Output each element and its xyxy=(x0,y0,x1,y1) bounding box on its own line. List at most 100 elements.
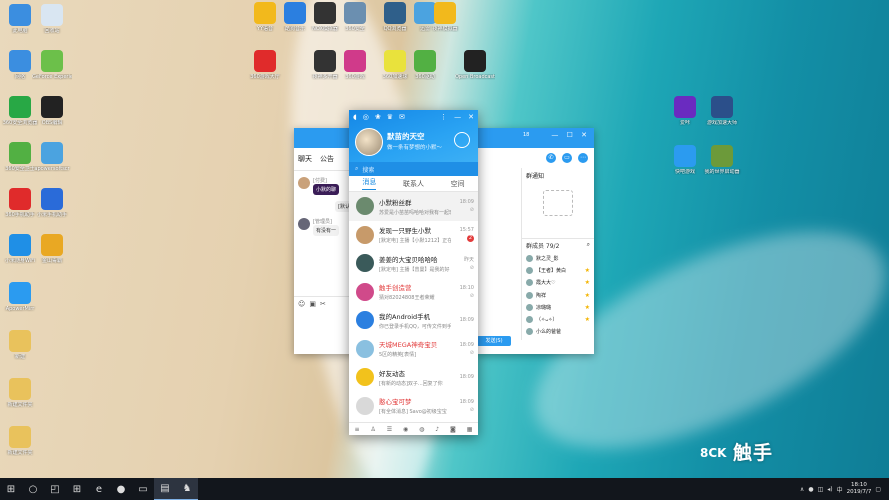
qq-header[interactable]: ◖ ◎ ❀ ♛ ✉ ⋮ — ✕ 默苗的天空 做一条有梦想的小默～ xyxy=(349,110,478,162)
app-icon xyxy=(674,96,696,118)
avatar xyxy=(526,328,533,336)
desktop-icon[interactable]: 新建文件夹 xyxy=(0,378,40,408)
desktop-icon[interactable]: 我的世界启动器 xyxy=(702,145,742,175)
user-signature[interactable]: 做一条有梦想的小默～ xyxy=(387,143,442,151)
vip-icon[interactable]: ♛ xyxy=(387,113,393,121)
taskbar-app-icon[interactable]: ⊞ xyxy=(66,478,88,500)
desktop-icon[interactable]: 回收站 xyxy=(32,4,72,34)
clock-time: 18:10 xyxy=(851,482,867,488)
app-icon xyxy=(344,2,366,24)
taskbar-app-icon[interactable]: ● xyxy=(110,478,132,500)
member-row[interactable]: 【王者】黄白 ★ xyxy=(526,264,590,276)
clock[interactable]: 18:10 2019/7/7 xyxy=(847,482,872,496)
desktop-icon[interactable]: Open Broadcaster xyxy=(455,50,495,80)
share-screen-icon[interactable]: ▭ xyxy=(562,153,572,163)
gif-icon[interactable]: ▣ xyxy=(309,300,320,308)
desktop-icon[interactable]: 新建 xyxy=(0,330,40,360)
phone-icon[interactable]: ✆ xyxy=(546,153,556,163)
taskbar-app-icon[interactable]: ▭ xyxy=(132,478,154,500)
mail-icon[interactable]: ✉ xyxy=(399,113,405,121)
desktop-icon[interactable]: OBS编辑 xyxy=(32,96,72,126)
taskbar-app-icon[interactable]: ▤ xyxy=(154,478,176,500)
desktop-icon[interactable]: 360游戏大厅 xyxy=(245,50,285,80)
tray-app-icon[interactable]: ● xyxy=(808,486,813,493)
member-row[interactable]: （✧ᴗ✧） ★ xyxy=(526,313,590,325)
conversation-item[interactable]: 姜姜的大宝贝哈哈哈 [默定电] 主播【曾曼】是我的好 昨天 ⊘ xyxy=(349,249,478,278)
chat-titlebar[interactable]: 18 — ☐ ✕ xyxy=(477,128,594,148)
user-avatar[interactable] xyxy=(355,128,383,156)
search-icon[interactable]: ○ xyxy=(22,478,44,500)
music-icon[interactable]: ♪ xyxy=(435,426,439,433)
notification-icon[interactable]: ▢ xyxy=(875,486,881,493)
search-input[interactable]: ⌕ 搜索 xyxy=(349,162,478,176)
conversation-preview: [默定电] 主播【曾曼】是我的好 xyxy=(379,266,450,273)
member-row[interactable]: 小么的爸爸 xyxy=(526,326,590,338)
contacts-icon[interactable]: ☰ xyxy=(387,426,392,433)
conversation-item[interactable]: 天城MEGA神奇宝贝 5区的精英[表情] 18:09 ⊘ xyxy=(349,335,478,364)
avatar[interactable] xyxy=(298,177,310,189)
desktop-icon[interactable]: 新建文件夹 xyxy=(0,426,40,456)
conversation-item[interactable]: 憨心宝可梦 [有全体消息] Savo@初级宝宝 18:09 ⊘ xyxy=(349,392,478,421)
game-icon[interactable]: ◎ xyxy=(363,113,369,121)
member-row[interactable]: 凉璐璐 ★ xyxy=(526,301,590,313)
start-button[interactable]: ⊞ xyxy=(0,478,22,500)
watermark-sub: 8CK xyxy=(700,446,727,460)
tab-notice[interactable]: 公告 xyxy=(320,154,334,164)
member-row[interactable]: 默之灵_影 xyxy=(526,252,590,264)
volume-icon[interactable]: ◂) xyxy=(827,486,832,493)
app-icon xyxy=(9,50,31,72)
conversation-preview: [有新的动态]双子...回复了你 xyxy=(379,380,443,387)
conversation-item[interactable]: 小默粉丝群苏爱是小苗苗吗哈哈对我有一起玩的 18:09⊘ xyxy=(349,192,478,221)
desktop-icon[interactable]: ApowerMirr xyxy=(0,282,40,312)
add-friend-icon[interactable]: ♙ xyxy=(370,426,375,433)
taskbar-app-icon[interactable]: ◰ xyxy=(44,478,66,500)
tab-chat[interactable]: 聊天 xyxy=(298,154,312,164)
conversation-item[interactable]: 好友动态 [有新的动态]双子...回复了你 18:09 xyxy=(349,363,478,392)
pin-icon[interactable]: ❀ xyxy=(375,113,381,121)
main-menu-icon[interactable]: ≡ xyxy=(354,426,359,433)
conversation-item[interactable]: 发现一只野生小默 [默定电] 主播【小默1212】正在直播 15:572 xyxy=(349,221,478,250)
scissors-icon[interactable]: ✂ xyxy=(320,300,330,308)
desktop-icon[interactable]: GeForce Experience xyxy=(32,50,72,80)
weather-sun-icon[interactable] xyxy=(454,132,470,148)
tab-qzone[interactable]: 空间 xyxy=(451,179,465,189)
desktop-icon[interactable]: apowersoftscr xyxy=(32,142,72,172)
wallet-icon[interactable]: ◍ xyxy=(419,426,424,433)
desktop-icon[interactable]: 爱咔 xyxy=(665,96,705,126)
taskbar-app-icon[interactable]: e xyxy=(88,478,110,500)
tab-messages[interactable]: 消息 xyxy=(362,177,377,190)
conversation-preview: 猜对82024808王者荣耀 xyxy=(379,295,435,302)
network-icon[interactable]: ◫ xyxy=(818,486,824,493)
conversation-item[interactable]: 我的Android手机 你已登录手机QQ，可传文件到手机 18:09 xyxy=(349,306,478,335)
member-row[interactable]: 陶祥 ★ xyxy=(526,289,590,301)
conversation-item[interactable]: 触手创造营 猜对82024808王者荣耀 18:10 ⊘ xyxy=(349,278,478,307)
menu-icon[interactable]: ⋮ xyxy=(440,113,447,121)
desktop-icon[interactable]: 小米手机助手 xyxy=(32,188,72,218)
app-manager-icon[interactable]: ▦ xyxy=(467,426,473,433)
camera-icon[interactable]: ◙ xyxy=(450,426,456,433)
game-center-icon[interactable]: ◉ xyxy=(403,426,408,433)
desktop-icon[interactable]: 快吧游戏 xyxy=(665,145,705,175)
taskbar-app-icon[interactable]: ♞ xyxy=(176,478,198,500)
tab-contacts[interactable]: 联系人 xyxy=(403,179,424,189)
user-nickname[interactable]: 默苗的天空 xyxy=(387,131,425,142)
emoji-icon[interactable]: ☺ xyxy=(298,300,309,308)
minimize-icon[interactable]: — xyxy=(454,113,461,121)
more-icon[interactable]: ⋯ xyxy=(578,153,588,163)
close-icon[interactable]: ✕ xyxy=(468,113,474,121)
send-button[interactable]: 发送(S) xyxy=(477,336,511,346)
tray-up-arrow-icon[interactable]: ∧ xyxy=(800,486,804,493)
desktop-icon[interactable]: 360驱动 xyxy=(405,50,445,80)
ime-icon[interactable]: 中 xyxy=(837,485,843,494)
desktop-icon[interactable]: 360游戏 xyxy=(335,50,375,80)
member-row[interactable]: 霞大大♡ ★ xyxy=(526,277,590,289)
avatar xyxy=(356,368,374,387)
desktop-icon[interactable]: 金山毒霸 xyxy=(32,234,72,264)
members-search-icon[interactable]: ⌕ xyxy=(587,241,590,250)
desktop-icon[interactable]: 360安全 xyxy=(335,2,375,32)
conversation-preview: [有全体消息] Savo@初级宝宝 xyxy=(379,409,447,416)
avatar[interactable] xyxy=(298,218,310,230)
desktop-icon[interactable]: 游戏加速大师 xyxy=(702,96,742,126)
window-controls[interactable]: — ☐ ✕ xyxy=(551,131,590,139)
desktop-icon[interactable]: 夜神模拟器 xyxy=(425,2,465,32)
